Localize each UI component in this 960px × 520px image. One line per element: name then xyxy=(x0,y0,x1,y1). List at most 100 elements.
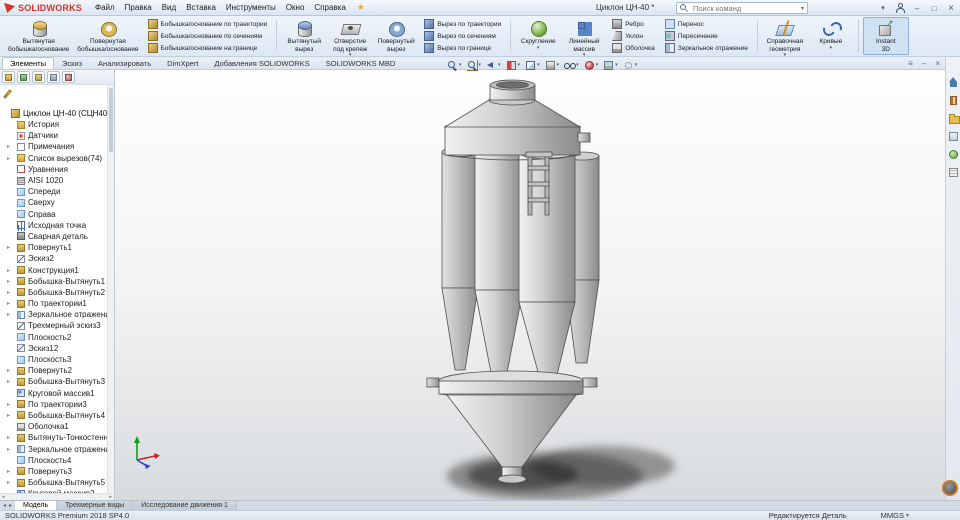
expand-arrow-icon[interactable]: ▸ xyxy=(7,434,10,441)
resources-icon[interactable] xyxy=(948,77,959,88)
extruded-boss-button[interactable]: Вытянутая бобышка/основание xyxy=(4,17,73,55)
dimxpertmanager-tab[interactable] xyxy=(47,71,60,83)
tree-item[interactable]: ▸ Конструкция1 xyxy=(0,264,114,275)
maximize-button[interactable] xyxy=(929,3,939,13)
ribbon-tab[interactable]: Эскиз xyxy=(54,57,90,69)
configurationmanager-tab[interactable] xyxy=(32,71,45,83)
file-explorer-icon[interactable] xyxy=(948,113,959,124)
expand-arrow-icon[interactable]: ▸ xyxy=(7,446,10,453)
tree-item[interactable]: ▸ Бобышка-Вытянуть5 xyxy=(0,477,114,488)
expand-arrow-icon[interactable]: ▸ xyxy=(7,278,10,285)
revolved-cut-button[interactable]: Повернутый вырез xyxy=(373,17,419,55)
featuremanager-tab[interactable] xyxy=(2,71,15,83)
spin-control-button[interactable] xyxy=(942,480,958,496)
tree-item[interactable]: ▸ Повернуть3 xyxy=(0,466,114,477)
fillet-button[interactable]: Скругление ▾ xyxy=(515,17,561,55)
user-button[interactable] xyxy=(895,3,905,13)
ribbon-tab[interactable]: Анализировать xyxy=(90,57,159,69)
ribbon-menu-item[interactable]: Вырез по границе xyxy=(422,43,503,54)
zoom-fit-button[interactable]: ▾ xyxy=(445,59,464,72)
search-input[interactable] xyxy=(691,3,798,14)
view-settings-button[interactable]: ▾ xyxy=(621,59,640,72)
options-button[interactable] xyxy=(878,3,888,13)
view-orientation-button[interactable]: ▾ xyxy=(523,59,542,72)
ribbon-tab[interactable]: Добавления SOLIDWORKS xyxy=(206,57,317,69)
tree-item[interactable]: ▸ Список вырезов(74) xyxy=(0,153,114,164)
custom-properties-icon[interactable] xyxy=(948,167,959,178)
document-tab[interactable]: Модель xyxy=(15,501,57,510)
tree-horizontal-scrollbar[interactable]: ◂ ▸ xyxy=(0,493,114,500)
expand-arrow-icon[interactable]: ▸ xyxy=(7,401,10,408)
tree-item[interactable]: ▸ Вытянуть-Тонкостенный2 xyxy=(0,432,114,443)
ribbon-menu-item[interactable]: Уклон xyxy=(610,31,657,42)
hide-show-items-button[interactable]: ▾ xyxy=(562,59,581,72)
apply-scene-button[interactable]: ▾ xyxy=(601,59,620,72)
scrollbar-thumb[interactable] xyxy=(109,88,113,152)
view-palette-icon[interactable] xyxy=(948,131,959,142)
unit-system-selector[interactable]: MMGS ▾ xyxy=(881,511,909,520)
expand-arrow-icon[interactable]: ▸ xyxy=(7,479,10,486)
ribbon-menu-item[interactable]: Пересечение xyxy=(663,31,750,42)
tab-scroll-left-icon[interactable]: ◂ xyxy=(3,502,6,509)
curves-button[interactable]: Кривые ▾ xyxy=(808,17,854,55)
minimize-pane-icon[interactable]: – xyxy=(922,59,926,68)
close-button[interactable] xyxy=(946,3,956,13)
expand-arrow-icon[interactable]: ▸ xyxy=(7,412,10,419)
ribbon-tab[interactable]: Элементы xyxy=(2,57,54,69)
ribbon-tab[interactable]: DimXpert xyxy=(159,57,206,69)
ribbon-menu-item[interactable]: Зеркальное отражение xyxy=(663,43,750,54)
tree-item[interactable]: ▸ По траектории3 xyxy=(0,399,114,410)
ribbon-tab[interactable]: SOLIDWORKS MBD xyxy=(318,57,404,69)
expand-arrow-icon[interactable]: ▸ xyxy=(7,367,10,374)
tree-item[interactable]: ▸ Оболочка1 xyxy=(0,421,114,432)
tree-item[interactable]: ▸ Датчики xyxy=(0,130,114,141)
instant3d-toggle-button[interactable]: Instant 3D xyxy=(863,17,909,55)
expand-arrow-icon[interactable]: ▸ xyxy=(7,155,10,162)
document-tab[interactable]: Исследование движения 1 xyxy=(133,501,237,510)
tree-item[interactable]: ▸ Плоскость2 xyxy=(0,332,114,343)
menu-item[interactable]: Окно xyxy=(281,1,310,14)
search-dropdown-icon[interactable]: ▾ xyxy=(801,5,804,12)
tree-item[interactable]: ▸ Бобышка-Вытянуть3 xyxy=(0,376,114,387)
section-view-button[interactable]: ▾ xyxy=(504,59,523,72)
model-3d-cyclone[interactable] xyxy=(395,78,695,503)
tree-item[interactable]: ▸ Исходная точка xyxy=(0,220,114,231)
tree-item[interactable]: ▸ Уравнения xyxy=(0,164,114,175)
tree-item[interactable]: ▸ Эскиз2 xyxy=(0,253,114,264)
tab-scroll-right-icon[interactable]: ▸ xyxy=(9,502,12,509)
tree-item[interactable]: ▸ Справа xyxy=(0,209,114,220)
tree-item[interactable]: ▸ По траектории1 xyxy=(0,298,114,309)
tree-item[interactable]: ▸ Сверху xyxy=(0,197,114,208)
displaymanager-tab[interactable] xyxy=(62,71,75,83)
ribbon-menu-item[interactable]: Перенос xyxy=(663,19,750,30)
tree-item[interactable]: ▸ Сварная деталь xyxy=(0,231,114,242)
tree-item[interactable]: ▸ Спереди xyxy=(0,186,114,197)
tree-root-item[interactable]: Циклон ЦН-40 (СЦН40-0900х4<К xyxy=(0,107,114,119)
ribbon-menu-item[interactable]: Вырез по траектории xyxy=(422,19,503,30)
expand-arrow-icon[interactable]: ▸ xyxy=(7,244,10,251)
edit-appearance-button[interactable]: ▾ xyxy=(582,59,601,72)
linear-pattern-button[interactable]: Линейный массив ▾ xyxy=(561,17,607,55)
ribbon-menu-item[interactable]: Оболочка xyxy=(610,43,657,54)
previous-view-button[interactable]: ▾ xyxy=(484,59,503,72)
graphics-viewport[interactable] xyxy=(115,70,945,500)
expand-arrow-icon[interactable]: ▸ xyxy=(7,468,10,475)
tree-item[interactable]: ▸ Повернуть1 xyxy=(0,242,114,253)
display-style-button[interactable]: ▾ xyxy=(543,59,562,72)
tree-vertical-scrollbar[interactable] xyxy=(107,85,114,493)
close-pane-icon[interactable]: × xyxy=(935,59,940,68)
hole-wizard-button[interactable]: Отверстие под крепеж ▾ xyxy=(327,17,373,55)
ribbon-menu-item[interactable]: Бобышка/основание по сечениям xyxy=(146,31,270,42)
tree-item[interactable]: ▸ AISI 1020 xyxy=(0,175,114,186)
design-library-icon[interactable] xyxy=(948,95,959,106)
menu-item[interactable]: Инструменты xyxy=(221,1,281,14)
propertymanager-tab[interactable] xyxy=(17,71,30,83)
revolved-boss-button[interactable]: Повернутая бобышка/основание xyxy=(73,17,142,55)
menu-item[interactable]: Файл xyxy=(90,1,120,14)
tree-item[interactable]: ▸ Бобышка-Вытянуть2 xyxy=(0,287,114,298)
tree-item[interactable]: ▸ Зеркальное отражение1 xyxy=(0,309,114,320)
menu-item[interactable]: Вид xyxy=(157,1,181,14)
expand-arrow-icon[interactable]: ▸ xyxy=(7,311,10,318)
expand-arrow-icon[interactable]: ▸ xyxy=(7,143,10,150)
minimize-button[interactable] xyxy=(912,3,922,13)
